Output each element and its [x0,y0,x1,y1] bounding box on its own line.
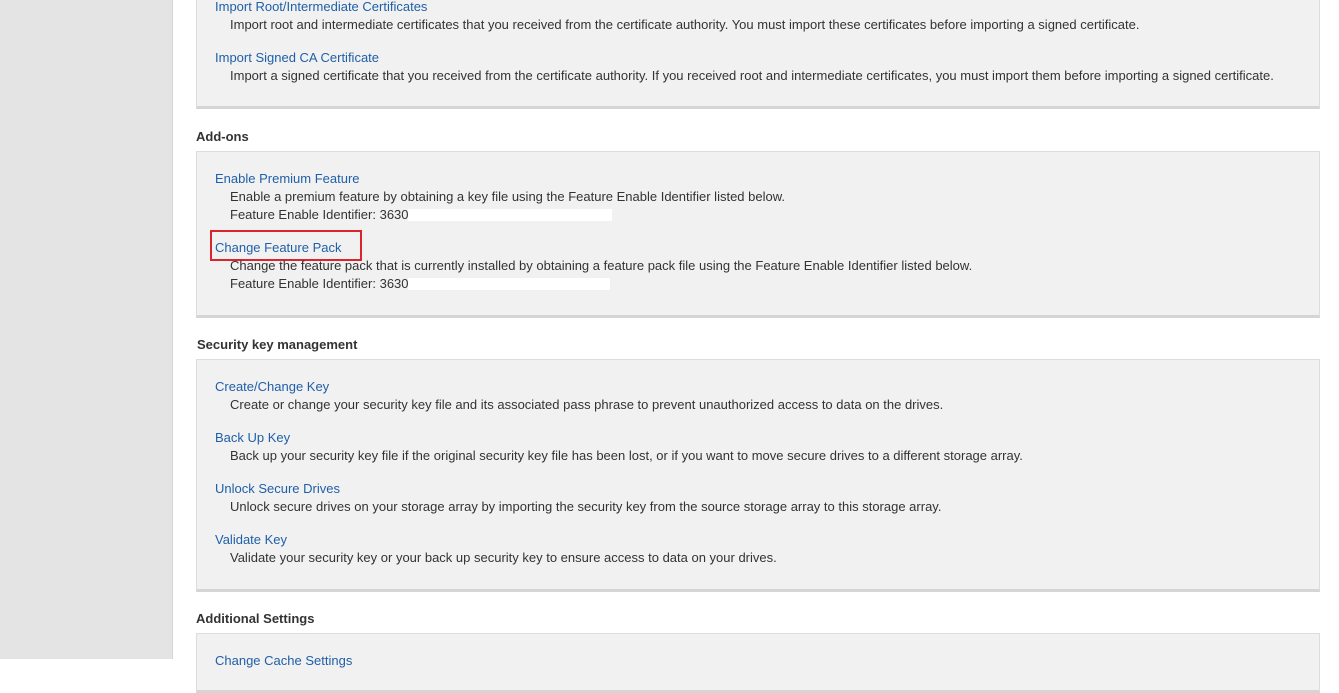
back-up-key-description: Back up your security key file if the or… [230,448,1023,463]
change-feature-pack-description: Change the feature pack that is currentl… [230,258,973,273]
enable-premium-feature-description: Enable a premium feature by obtaining a … [230,189,786,204]
create-change-key-link[interactable]: Create/Change Key [215,379,329,394]
settings-content: Import Root/Intermediate Certificates Im… [173,0,1339,693]
addons-panel: Enable Premium Feature Enable a premium … [196,151,1320,318]
identifier-redaction [408,278,610,290]
unlock-secure-drives-link[interactable]: Unlock Secure Drives [215,481,340,496]
import-signed-ca-description: Import a signed certificate that you rec… [230,68,1274,83]
import-signed-ca-link[interactable]: Import Signed CA Certificate [215,50,379,65]
addons-heading: Add-ons [196,129,249,144]
certificates-panel: Import Root/Intermediate Certificates Im… [196,0,1320,109]
back-up-key-link[interactable]: Back Up Key [215,430,290,445]
security-panel: Create/Change Key Create or change your … [196,359,1320,592]
additional-settings-heading: Additional Settings [196,611,315,626]
change-feature-pack-link[interactable]: Change Feature Pack [215,240,341,255]
unlock-secure-drives-description: Unlock secure drives on your storage arr… [230,499,942,514]
import-root-intermediate-link[interactable]: Import Root/Intermediate Certificates [215,0,427,14]
feature-pack-identifier: Feature Enable Identifier: 3630 [230,276,409,291]
security-heading: Security key management [197,337,358,352]
additional-settings-panel: Change Cache Settings [196,633,1320,693]
change-cache-settings-link[interactable]: Change Cache Settings [215,653,352,668]
premium-feature-identifier: Feature Enable Identifier: 3630 [230,207,409,222]
identifier-redaction [408,209,612,221]
enable-premium-feature-link[interactable]: Enable Premium Feature [215,171,360,186]
create-change-key-description: Create or change your security key file … [230,397,944,412]
validate-key-link[interactable]: Validate Key [215,532,287,547]
validate-key-description: Validate your security key or your back … [230,550,777,565]
import-root-intermediate-description: Import root and intermediate certificate… [230,17,1140,32]
left-navigation-rail [0,0,173,659]
